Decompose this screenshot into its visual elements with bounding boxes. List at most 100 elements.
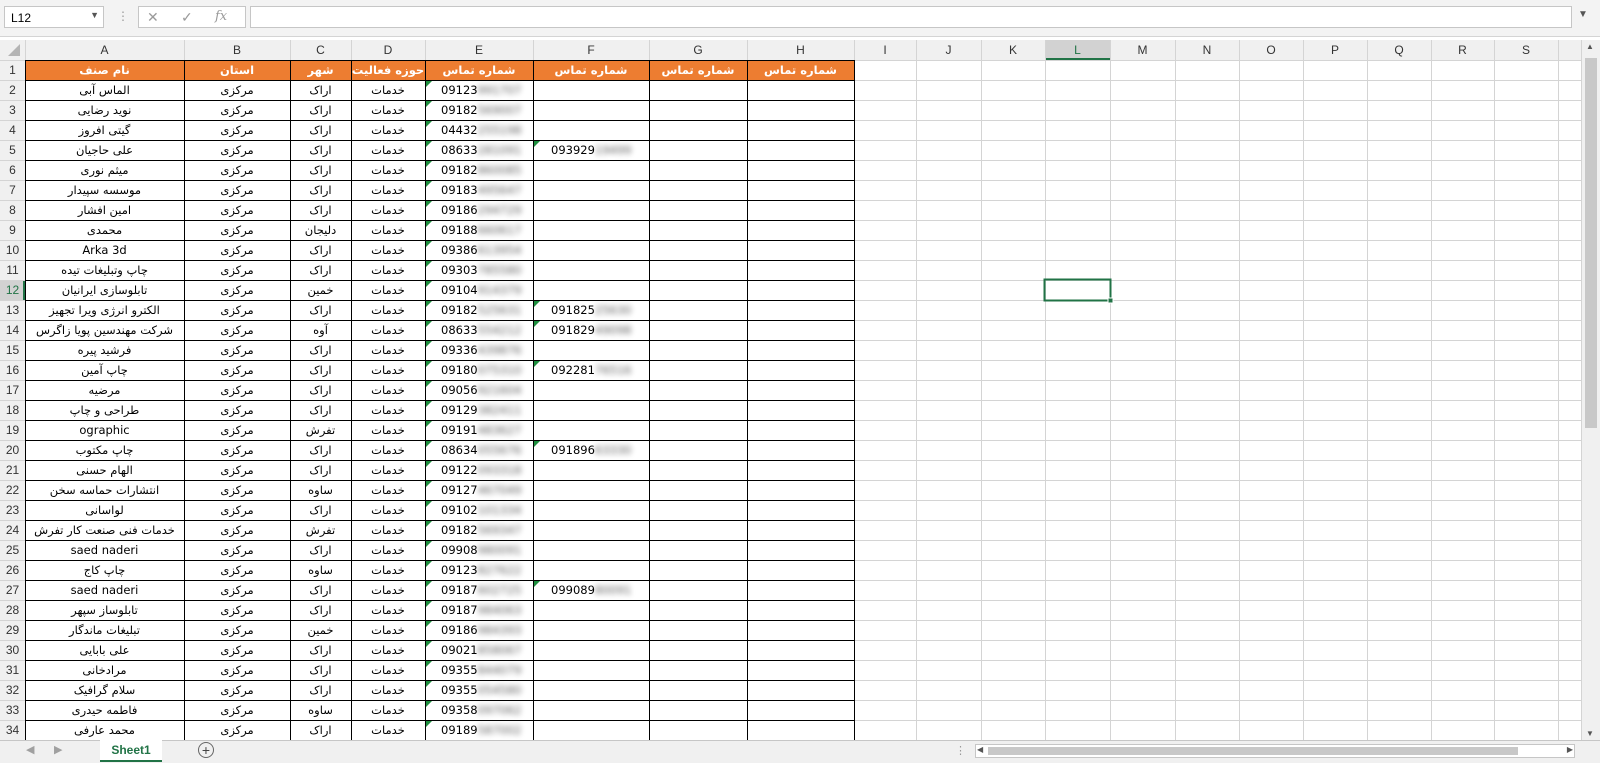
row-header[interactable]: 19 [0,420,25,440]
column-header-H[interactable]: H [747,40,854,60]
table-cell-city[interactable]: اراک [290,660,351,680]
table-cell-name[interactable]: گیتی افروز [25,120,184,140]
table-cell-phone1[interactable]: 09123827622 [437,560,533,580]
row-header[interactable]: 28 [0,600,25,620]
table-cell-phone1[interactable]: 09180075310 [437,360,533,380]
table-cell-city[interactable]: اراک [290,340,351,360]
table-cell-city[interactable]: اراک [290,460,351,480]
row-header[interactable]: 31 [0,660,25,680]
table-cell-phone1[interactable]: 08633281091 [437,140,533,160]
table-cell-name[interactable]: فاطمه حیدری [25,700,184,720]
table-cell-city[interactable]: اراک [290,200,351,220]
table-cell-field[interactable]: خدمات [351,380,425,400]
row-header[interactable]: 15 [0,340,25,360]
table-cell-city[interactable]: اراک [290,140,351,160]
table-cell-phone1[interactable]: 09127467049 [437,480,533,500]
table-cell-name[interactable]: نوید رضایی [25,100,184,120]
table-cell-phone1[interactable]: 09182525631 [437,300,533,320]
table-cell-city[interactable]: اراک [290,80,351,100]
table-cell-city[interactable]: اراک [290,580,351,600]
table-cell-field[interactable]: خدمات [351,620,425,640]
table-cell-field[interactable]: خدمات [351,160,425,180]
column-header-M[interactable]: M [1110,40,1175,60]
expand-formula-bar-icon[interactable]: ▼ [1578,9,1588,20]
row-header[interactable]: 20 [0,440,25,460]
table-cell-city[interactable]: ساوه [290,560,351,580]
table-cell-field[interactable]: خدمات [351,660,425,680]
row-header[interactable]: 10 [0,240,25,260]
table-cell-province[interactable]: مرکزی [184,100,290,120]
table-cell-name[interactable]: تبلیغات ماندگار [25,620,184,640]
table-cell-phone1[interactable]: 09104914379 [437,280,533,300]
column-header-L[interactable]: L [1045,40,1110,60]
table-cell-province[interactable]: مرکزی [184,500,290,520]
row-header[interactable]: 29 [0,620,25,640]
column-header-B[interactable]: B [184,40,290,60]
table-cell-name[interactable]: saed naderi [25,540,184,560]
table-cell-field[interactable]: خدمات [351,640,425,660]
table-cell-field[interactable]: خدمات [351,600,425,620]
table-cell-field[interactable]: خدمات [351,480,425,500]
table-cell-province[interactable]: مرکزی [184,140,290,160]
formula-input[interactable] [250,6,1572,28]
row-header[interactable]: 33 [0,700,25,720]
scroll-down-icon[interactable]: ▼ [1586,729,1594,738]
table-cell-phone1[interactable]: 09056921604 [437,380,533,400]
table-cell-name[interactable]: saed naderi [25,580,184,600]
row-header[interactable]: 1 [0,60,25,80]
table-cell-phone1[interactable]: 09123991707 [437,80,533,100]
table-cell-phone1[interactable]: 09183495647 [437,180,533,200]
table-cell-city[interactable]: اراک [290,300,351,320]
table-cell-province[interactable]: مرکزی [184,680,290,700]
table-cell-province[interactable]: مرکزی [184,320,290,340]
column-header-R[interactable]: R [1431,40,1494,60]
table-cell-name[interactable]: چاپ مکتوب [25,440,184,460]
table-cell-phone2[interactable]: 09189663330 [547,440,649,460]
table-cell-phone1[interactable]: 09303785580 [437,260,533,280]
table-cell-field[interactable]: خدمات [351,340,425,360]
table-cell-name[interactable]: چاپ کاج [25,560,184,580]
table-cell-name[interactable]: Arka 3d [25,240,184,260]
table-cell-city[interactable]: تفرش [290,420,351,440]
column-header-K[interactable]: K [981,40,1045,60]
table-cell-phone1[interactable]: 08633554212 [437,320,533,340]
table-cell-province[interactable]: مرکزی [184,80,290,100]
header-cell[interactable]: حوزه فعالیت [351,60,425,80]
row-header[interactable]: 27 [0,580,25,600]
column-header-N[interactable]: N [1175,40,1239,60]
row-header[interactable]: 21 [0,460,25,480]
table-cell-phone2[interactable]: 09228176516 [547,360,649,380]
table-cell-province[interactable]: مرکزی [184,420,290,440]
header-cell[interactable]: شهر [290,60,351,80]
table-cell-field[interactable]: خدمات [351,360,425,380]
table-cell-province[interactable]: مرکزی [184,700,290,720]
table-cell-province[interactable]: مرکزی [184,220,290,240]
table-cell-city[interactable]: ساوه [290,700,351,720]
table-cell-field[interactable]: خدمات [351,120,425,140]
table-cell-field[interactable]: خدمات [351,420,425,440]
table-cell-phone1[interactable]: 09129382411 [437,400,533,420]
table-cell-province[interactable]: مرکزی [184,660,290,680]
table-cell-field[interactable]: خدمات [351,580,425,600]
cancel-icon[interactable]: ✕ [147,9,159,26]
table-cell-name[interactable]: فرشید پیره [25,340,184,360]
table-cell-province[interactable]: مرکزی [184,540,290,560]
table-cell-phone1[interactable]: 09186984393 [437,620,533,640]
row-header[interactable]: 24 [0,520,25,540]
table-cell-city[interactable]: اراک [290,720,351,740]
table-cell-city[interactable]: اراک [290,180,351,200]
row-header[interactable]: 11 [0,260,25,280]
table-cell-province[interactable]: مرکزی [184,280,290,300]
table-cell-province[interactable]: مرکزی [184,600,290,620]
table-cell-phone1[interactable]: 09182569347 [437,520,533,540]
table-cell-phone1[interactable]: 04432255198 [437,120,533,140]
column-header-E[interactable]: E [425,40,533,60]
table-cell-province[interactable]: مرکزی [184,560,290,580]
table-cell-field[interactable]: خدمات [351,100,425,120]
table-cell-field[interactable]: خدمات [351,260,425,280]
table-cell-name[interactable]: مرادخانی [25,660,184,680]
scroll-up-icon[interactable]: ▲ [1586,42,1594,51]
header-cell[interactable]: نام صنف [25,60,184,80]
table-cell-name[interactable]: محمد عارفی [25,720,184,740]
table-cell-city[interactable]: اراک [290,540,351,560]
